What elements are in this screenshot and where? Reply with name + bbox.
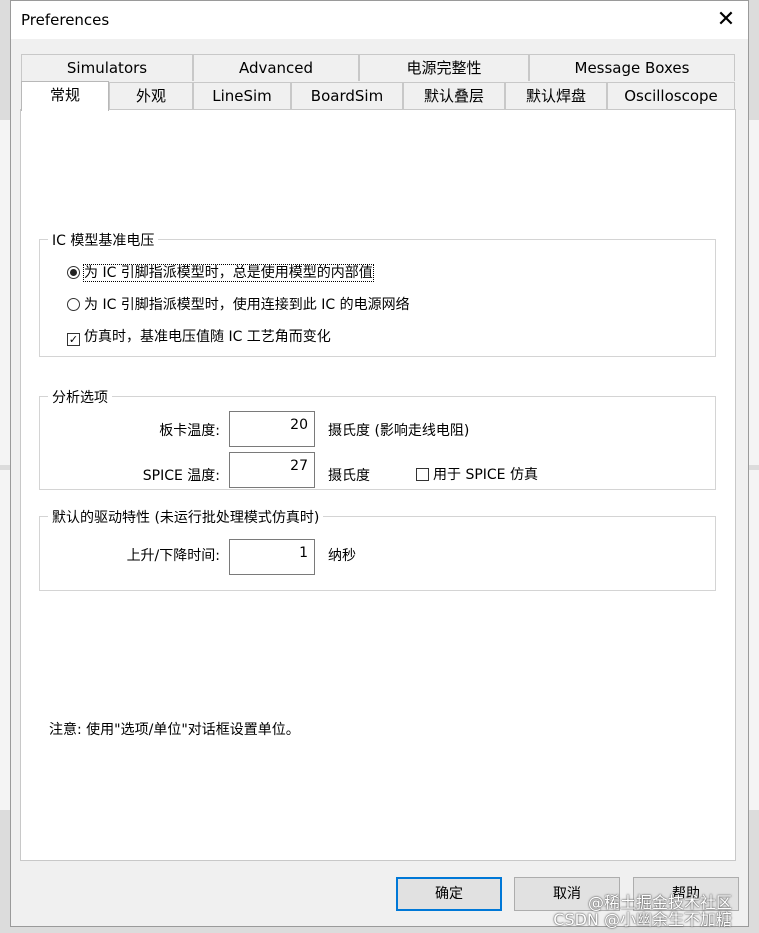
rise-fall-label: 上升/下降时间: [126,548,220,564]
driver-characteristics-group: 默认的驱动特性 (未运行批处理模式仿真时) 上升/下降时间: 1 纳秒 [39,507,716,591]
rise-fall-input[interactable]: 1 [229,539,315,575]
group-title: 默认的驱动特性 (未运行批处理模式仿真时) [48,507,324,527]
checkbox-unchecked[interactable] [416,468,429,481]
tab-message-boxes[interactable]: Message Boxes [529,54,735,81]
rise-fall-unit: 纳秒 [328,548,356,564]
ic-reference-voltage-group: IC 模型基准电压 为 IC 引脚指派模型时，总是使用模型的内部值 为 IC 引… [39,230,716,357]
tab-power-integrity[interactable]: 电源完整性 [359,54,529,81]
analysis-options-group: 分析选项 板卡温度: 20 摄氏度 (影响走线电阻) SPICE 温度: 27 … [39,387,716,490]
radio-label: 为 IC 引脚指派模型时，使用连接到此 IC 的电源网络 [84,297,410,313]
checkbox-label: 用于 SPICE 仿真 [433,467,538,483]
general-panel: IC 模型基准电压 为 IC 引脚指派模型时，总是使用模型的内部值 为 IC 引… [20,109,736,861]
tab-default-stackup[interactable]: 默认叠层 [403,82,505,109]
radio-label: 为 IC 引脚指派模型时，总是使用模型的内部值 [83,264,374,282]
tab-boardsim[interactable]: BoardSim [291,82,403,109]
board-temp-unit: 摄氏度 (影响走线电阻) [328,423,470,439]
board-temp-label: 板卡温度: [159,423,220,439]
spice-temp-input[interactable]: 27 [229,452,315,488]
tab-general[interactable]: 常规 [21,81,109,111]
group-title: 分析选项 [48,387,112,407]
radio-button[interactable] [67,298,80,311]
preferences-dialog: Preferences ✕ Simulators Advanced 电源完整性 … [10,0,749,929]
radio-button-checked[interactable] [67,266,80,279]
group-title: IC 模型基准电压 [48,230,159,250]
tab-simulators[interactable]: Simulators [21,54,193,81]
tab-default-pads[interactable]: 默认焊盘 [505,82,607,109]
close-icon[interactable]: ✕ [712,7,740,33]
title-bar: Preferences ✕ [11,1,748,39]
checkbox-checked[interactable]: ✓ [67,333,80,346]
tab-appearance[interactable]: 外观 [109,82,193,109]
tab-oscilloscope[interactable]: Oscilloscope [607,82,735,109]
spice-temp-label: SPICE 温度: [142,468,220,484]
tab-advanced[interactable]: Advanced [193,54,359,81]
window-title: Preferences [21,11,110,29]
ok-button[interactable]: 确定 [396,877,502,911]
checkbox-use-for-spice[interactable]: 用于 SPICE 仿真 [416,464,538,484]
checkbox-process-corner[interactable]: ✓ 仿真时，基准电压值随 IC 工艺角而变化 [67,326,331,346]
board-temp-input[interactable]: 20 [229,411,315,447]
radio-internal-value[interactable]: 为 IC 引脚指派模型时，总是使用模型的内部值 [67,262,374,282]
spice-temp-unit: 摄氏度 [328,468,370,484]
watermark-csdn: CSDN @小幽余生不加糖 [553,910,732,929]
checkbox-label: 仿真时，基准电压值随 IC 工艺角而变化 [84,329,331,345]
units-note: 注意: 使用"选项/单位"对话框设置单位。 [49,722,300,738]
radio-power-net[interactable]: 为 IC 引脚指派模型时，使用连接到此 IC 的电源网络 [67,294,410,314]
tab-linesim[interactable]: LineSim [193,82,291,109]
